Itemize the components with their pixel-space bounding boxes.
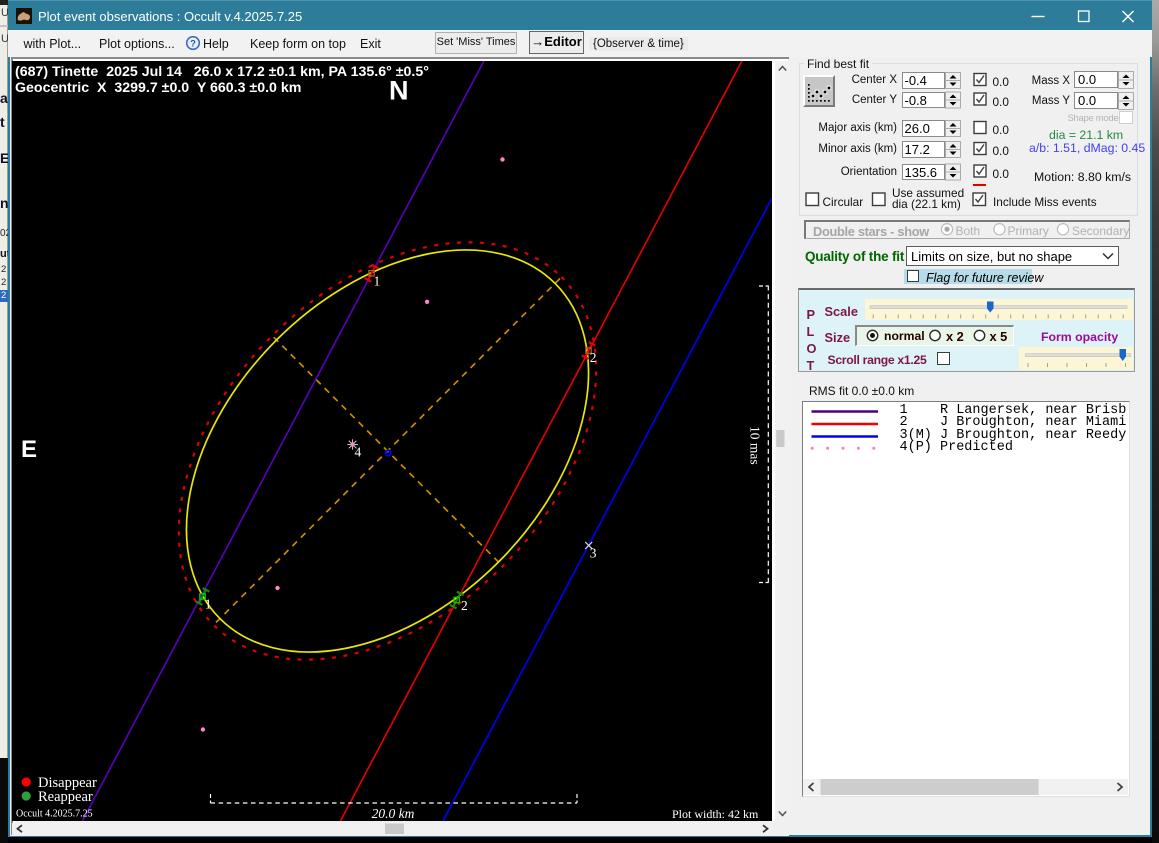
svg-text:(687) Tinette 2025 Jul 14 2: (687) Tinette 2025 Jul 14 26.0 x 17.2 ±0… <box>15 64 429 80</box>
svg-text:10 mas: 10 mas <box>748 426 763 465</box>
svg-text:4: 4 <box>355 445 362 460</box>
svg-text:Geocentric X 3299.7 ±0.0 Y: Geocentric X 3299.7 ±0.0 Y 660.3 ±0.0 km <box>15 80 301 96</box>
svg-text:E: E <box>21 436 37 463</box>
svg-text:Reappear: Reappear <box>38 789 93 805</box>
svg-text:Plot width: 42 km: Plot width: 42 km <box>672 807 759 821</box>
svg-text:N: N <box>389 76 409 106</box>
svg-text:3: 3 <box>590 546 597 561</box>
svg-text:1: 1 <box>374 274 381 289</box>
svg-text:2: 2 <box>461 598 468 613</box>
svg-text:20.0 km: 20.0 km <box>372 806 415 821</box>
svg-text:1: 1 <box>205 597 212 612</box>
svg-text:?: ? <box>190 39 196 50</box>
svg-text:Occult 4.2025.7.25: Occult 4.2025.7.25 <box>16 809 93 820</box>
svg-text:2: 2 <box>590 350 597 365</box>
